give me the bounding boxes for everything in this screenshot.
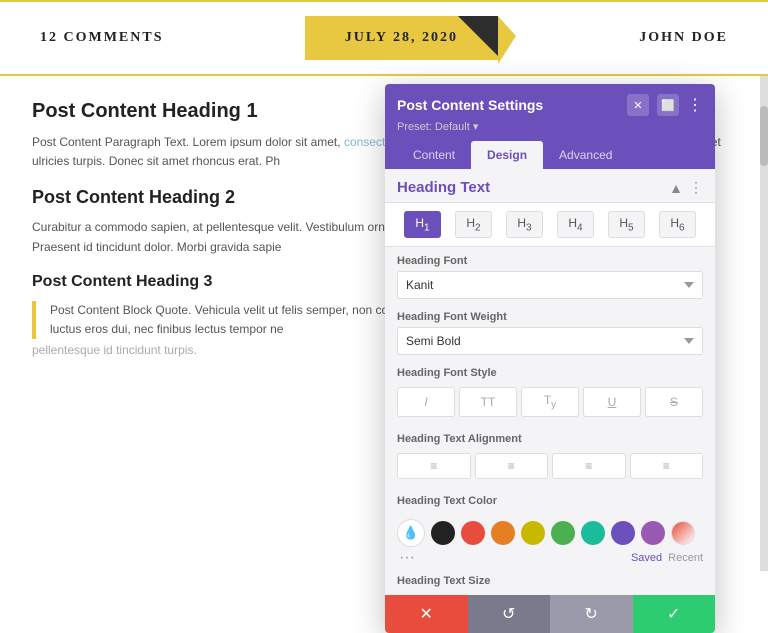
redo-button[interactable]: ↻ — [550, 595, 633, 633]
align-center-button[interactable]: ≡ — [475, 453, 549, 479]
color-orange[interactable] — [491, 521, 515, 545]
recent-colors-tab[interactable]: Recent — [668, 552, 703, 564]
heading-font-row: Heading Font Kanit — [385, 247, 715, 303]
chevron-up-icon[interactable]: ▲ — [669, 180, 683, 196]
heading-text-align-label: Heading Text Alignment — [397, 433, 703, 445]
top-bar: 12 COMMENTS JULY 28, 2020 JOHN DOE — [0, 0, 768, 76]
heading-text-color-row: Heading Text Color — [385, 487, 715, 515]
strikethrough-button[interactable]: S — [645, 387, 703, 416]
uppercase-button[interactable]: TT — [459, 387, 517, 416]
heading-text-size-label: Heading Text Size — [397, 575, 703, 587]
panel-header: Post Content Settings ✕ ⬜ ⋮ Preset: Defa… — [385, 84, 715, 169]
h4-button[interactable]: H4 — [557, 211, 593, 238]
h6-button[interactable]: H6 — [659, 211, 695, 238]
corner-decoration — [458, 16, 498, 56]
heading-font-select[interactable]: Kanit — [397, 271, 703, 299]
cancel-button[interactable]: ✕ — [385, 595, 468, 633]
tab-design[interactable]: Design — [471, 141, 543, 169]
panel-preset[interactable]: Preset: Default ▾ — [397, 120, 703, 133]
color-more-icon[interactable]: ··· — [399, 549, 415, 567]
font-style-buttons: I TT Ty U S — [385, 387, 715, 424]
tab-content[interactable]: Content — [397, 141, 471, 169]
color-violet[interactable] — [641, 521, 665, 545]
more-icon[interactable]: ⋮ — [687, 95, 703, 115]
panel-title: Post Content Settings — [397, 97, 543, 113]
author-label: JOHN DOE — [639, 30, 728, 46]
color-swatches: 💧 — [385, 515, 715, 547]
heading-text-size-row: Heading Text Size — [385, 567, 715, 595]
heading-font-style-label: Heading Font Style — [397, 367, 703, 379]
section-heading-text: Heading Text — [397, 179, 490, 196]
h1-button[interactable]: H1 — [404, 211, 440, 238]
color-teal[interactable] — [581, 521, 605, 545]
main-content: Post Content Heading 1 Post Content Para… — [0, 76, 768, 571]
comments-label: 12 COMMENTS — [40, 30, 164, 46]
undo-button[interactable]: ↺ — [468, 595, 551, 633]
h2-button[interactable]: H2 — [455, 211, 491, 238]
align-buttons: ≡ ≡ ≡ ≡ — [385, 453, 715, 487]
save-button[interactable]: ✓ — [633, 595, 716, 633]
h-selector: H1 H2 H3 H4 H5 H6 — [385, 203, 715, 247]
heading-text-align-row: Heading Text Alignment — [385, 425, 715, 453]
color-green[interactable] — [551, 521, 575, 545]
h3-button[interactable]: H3 — [506, 211, 542, 238]
heading-font-weight-row: Heading Font Weight Semi Bold — [385, 303, 715, 359]
expand-icon[interactable]: ⬜ — [657, 94, 679, 116]
section-more-icon[interactable]: ⋮ — [689, 179, 703, 196]
heading-font-weight-select[interactable]: Semi Bold — [397, 327, 703, 355]
panel-header-top: Post Content Settings ✕ ⬜ ⋮ — [397, 94, 703, 116]
date-label: JULY 28, 2020 — [305, 16, 498, 60]
align-right-button[interactable]: ≡ — [552, 453, 626, 479]
color-red[interactable] — [461, 521, 485, 545]
heading-text-color-label: Heading Text Color — [397, 495, 703, 507]
section-heading-icons: ▲ ⋮ — [669, 179, 703, 196]
color-purple[interactable] — [611, 521, 635, 545]
underline-button[interactable]: U — [583, 387, 641, 416]
align-justify-button[interactable]: ≡ — [630, 453, 704, 479]
heading-font-weight-label: Heading Font Weight — [397, 311, 703, 323]
color-black[interactable] — [431, 521, 455, 545]
panel-body: Heading Text ▲ ⋮ H1 H2 H3 H4 H5 H6 Headi… — [385, 169, 715, 595]
saved-colors-tab[interactable]: Saved — [631, 552, 662, 564]
italic-button[interactable]: I — [397, 387, 455, 416]
align-left-button[interactable]: ≡ — [397, 453, 471, 479]
panel-tabs: Content Design Advanced — [397, 141, 703, 169]
color-yellow[interactable] — [521, 521, 545, 545]
settings-panel: Post Content Settings ✕ ⬜ ⋮ Preset: Defa… — [385, 84, 715, 633]
panel-header-icons: ✕ ⬜ ⋮ — [627, 94, 703, 116]
scroll-thumb[interactable] — [760, 106, 768, 166]
h5-button[interactable]: H5 — [608, 211, 644, 238]
heading-font-label: Heading Font — [397, 255, 703, 267]
capitalize-button[interactable]: Ty — [521, 387, 579, 416]
section-heading-row: Heading Text ▲ ⋮ — [385, 169, 715, 203]
scrollbar[interactable] — [760, 76, 768, 571]
eyedropper-button[interactable]: 💧 — [397, 519, 425, 547]
close-icon[interactable]: ✕ — [627, 94, 649, 116]
tab-advanced[interactable]: Advanced — [543, 141, 628, 169]
panel-footer: ✕ ↺ ↻ ✓ — [385, 595, 715, 633]
heading-font-style-row: Heading Font Style — [385, 359, 715, 387]
color-gradient-swatch[interactable] — [671, 521, 695, 545]
